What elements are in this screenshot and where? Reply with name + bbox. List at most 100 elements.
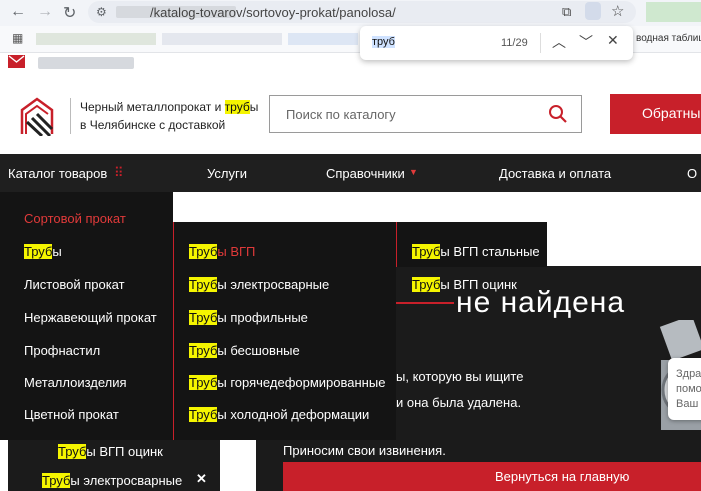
- menu-item-col2[interactable]: Трубы бесшовные: [189, 343, 300, 358]
- chat-text: Ваш: [676, 398, 699, 410]
- nav-delivery[interactable]: Доставка и оплата: [499, 166, 611, 181]
- menu-item-label: ы: [52, 244, 62, 259]
- menu-item-label: Цветной прокат: [24, 407, 119, 422]
- menu-item-col1[interactable]: Металлоизделия: [24, 375, 127, 390]
- menu-item-label: ы горячедеформированные: [217, 375, 386, 390]
- menu-item-col1[interactable]: Профнастил: [24, 343, 100, 358]
- profile-area[interactable]: [646, 2, 701, 22]
- menu-item-label: ы ВГП стальные: [440, 244, 540, 259]
- menu-item-label: ы бесшовные: [217, 343, 300, 358]
- find-prev-icon[interactable]: ︿: [552, 32, 566, 52]
- chat-text: помо: [676, 383, 701, 395]
- menu-item-col2[interactable]: Трубы профильные: [189, 310, 308, 325]
- search-highlight: Труб: [189, 343, 218, 358]
- menu-item-col1[interactable]: Нержавеющий прокат: [24, 310, 157, 325]
- menu-item-col2[interactable]: Трубы электросварные: [189, 277, 329, 292]
- menu-item-label: Профнастил: [24, 343, 101, 358]
- close-icon[interactable]: ✕: [196, 471, 207, 487]
- url-path: /katalog-tovarov/sortovoy-prokat/panolos…: [150, 5, 396, 20]
- menu-item-col1[interactable]: Листовой прокат: [24, 277, 125, 292]
- popup-item[interactable]: Трубы электросварные: [42, 473, 182, 488]
- menu-item-col1[interactable]: Цветной прокат: [24, 407, 119, 422]
- menu-item-label: ы электросварные: [217, 277, 330, 292]
- error-apology: Приносим свои извинения.: [283, 443, 446, 458]
- menu-item-label: ы ВГП оцинк: [440, 277, 517, 292]
- search-highlight: труб: [224, 100, 250, 114]
- search-highlight: Труб: [189, 375, 218, 390]
- menu-item-col2[interactable]: Трубы горячедеформированные: [189, 375, 385, 390]
- chevron-down-icon[interactable]: ▼: [409, 167, 418, 177]
- back-to-home-button[interactable]: Вернуться на главную: [283, 462, 701, 491]
- menu-item-label: ы ВГП: [217, 244, 256, 259]
- search-highlight: Труб: [189, 310, 218, 325]
- browser-toolbar: ← → ↻ ⚙ /katalog-tovarov/sortovoy-prokat…: [0, 0, 701, 26]
- callback-button[interactable]: Обратный: [610, 94, 701, 134]
- nav-catalog[interactable]: Каталог товаров: [8, 166, 107, 181]
- menu-item-col3[interactable]: Трубы ВГП стальные: [412, 244, 540, 259]
- company-tagline: Черный металлопрокат и трубы в Челябинск…: [80, 98, 258, 134]
- menu-item-label: Металлоизделия: [24, 375, 127, 390]
- back-to-home-label: Вернуться на главную: [495, 469, 630, 484]
- tagline-text: ы: [249, 100, 259, 114]
- reader-icon[interactable]: [585, 2, 601, 20]
- popup-item[interactable]: Трубы ВГП оцинк: [58, 444, 163, 459]
- bookmark-blurred[interactable]: [288, 33, 358, 45]
- catalog-search[interactable]: Поиск по каталогу: [269, 95, 582, 133]
- tagline-text: Черный металлопрокат и: [80, 100, 225, 114]
- callback-label: Обратный: [642, 105, 701, 121]
- error-text: и она была удалена.: [396, 395, 522, 410]
- find-next-icon[interactable]: ﹀: [579, 32, 593, 52]
- find-count: 11/29: [501, 37, 528, 49]
- title-red-fragment: [396, 302, 454, 304]
- mail-icon[interactable]: [8, 55, 25, 68]
- search-highlight: Труб: [412, 277, 441, 292]
- chat-text: Здра: [676, 368, 701, 380]
- bookmark-star-icon[interactable]: ☆: [611, 2, 624, 20]
- search-highlight: Труб: [189, 407, 218, 422]
- find-input[interactable]: труб: [372, 36, 395, 48]
- search-icon[interactable]: [548, 104, 568, 124]
- divider: [70, 98, 71, 134]
- menu-item-col1[interactable]: Сортовой прокат: [24, 211, 126, 226]
- site-info-icon[interactable]: ⚙: [96, 5, 107, 19]
- chat-widget[interactable]: Здра помо Ваш: [668, 358, 701, 420]
- nav-services[interactable]: Услуги: [207, 166, 247, 181]
- menu-item-label: ы профильные: [217, 310, 308, 325]
- blurred-email: [38, 57, 134, 69]
- forward-arrow-icon[interactable]: →: [37, 3, 53, 21]
- search-highlight: Труб: [412, 244, 441, 259]
- main-nav: Каталог товаров ⠿ Услуги Справочники ▼ Д…: [0, 154, 701, 192]
- search-highlight: Труб: [189, 277, 218, 292]
- menu-item-col2[interactable]: Трубы ВГП: [189, 244, 255, 259]
- menu-item-col2[interactable]: Трубы холодной деформации: [189, 407, 369, 422]
- bookmark-blurred[interactable]: [36, 33, 156, 45]
- company-logo-icon[interactable]: [18, 96, 56, 136]
- search-input[interactable]: Поиск по каталогу: [286, 107, 396, 122]
- menu-item-col3[interactable]: Трубы ВГП оцинк: [412, 277, 517, 292]
- menu-item-label: ы холодной деформации: [217, 407, 370, 422]
- popup-item-text: ы ВГП оцинк: [86, 444, 163, 459]
- nav-about[interactable]: О: [687, 166, 697, 181]
- bookmark-item[interactable]: водная таблица: [636, 33, 701, 44]
- search-highlight: Труб: [189, 244, 218, 259]
- menu-item-col1[interactable]: Трубы: [24, 244, 62, 259]
- popup-item-text: ы электросварные: [70, 473, 183, 488]
- search-highlight: Труб: [24, 244, 53, 259]
- cast-icon[interactable]: ⧉: [562, 4, 571, 20]
- menu-item-label: Нержавеющий прокат: [24, 310, 157, 325]
- find-in-page-bar: труб 11/29 ︿ ﹀ ✕: [360, 26, 633, 60]
- grid-icon[interactable]: ⠿: [114, 165, 124, 181]
- menu-item-label: Листовой прокат: [24, 277, 125, 292]
- divider: [540, 33, 541, 53]
- tagline-text: в Челябинске с доставкой: [80, 118, 226, 132]
- find-close-icon[interactable]: ✕: [607, 32, 619, 49]
- search-highlight: Труб: [42, 473, 71, 488]
- bookmark-blurred[interactable]: [162, 33, 282, 45]
- reload-icon[interactable]: ↻: [63, 3, 76, 23]
- error-text: ы, которую вы ищите: [396, 369, 524, 384]
- nav-reference[interactable]: Справочники: [326, 166, 405, 181]
- back-arrow-icon[interactable]: ←: [10, 3, 26, 21]
- search-highlight: Труб: [58, 444, 87, 459]
- apps-grid-icon[interactable]: ▦: [12, 31, 23, 45]
- menu-item-label: Сортовой прокат: [24, 211, 126, 226]
